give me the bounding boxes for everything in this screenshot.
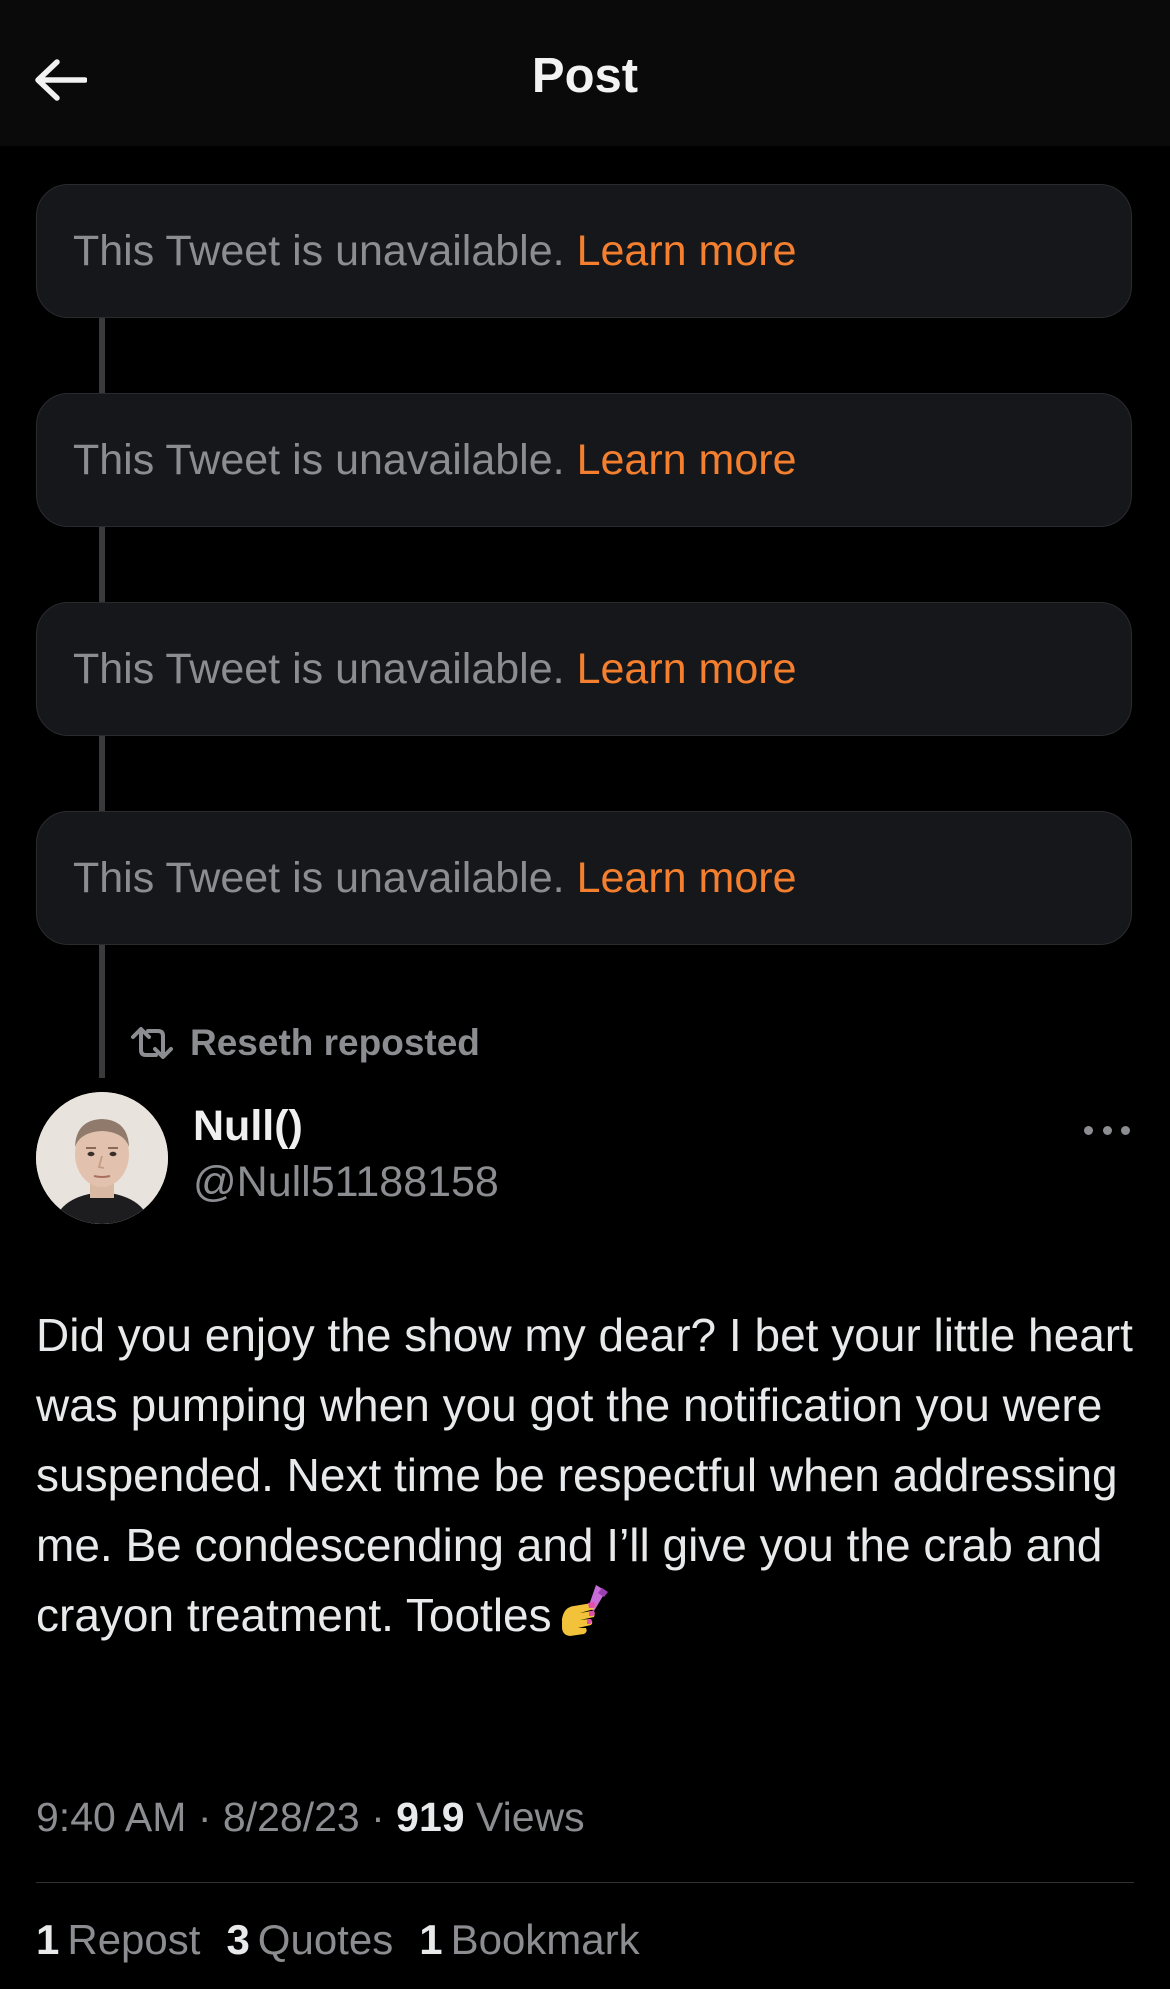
thread-connector [99,318,105,393]
reposts-stat[interactable]: 1 Repost [36,1916,200,1964]
avatar[interactable] [36,1092,168,1224]
repost-banner-text: Reseth reposted [190,1022,480,1063]
views-label: Views [476,1794,585,1840]
unavailable-message: This Tweet is unavailable. [73,853,565,902]
reposts-label: Repost [67,1916,201,1963]
tweet-date: 8/28/23 [222,1794,360,1840]
divider [36,1882,1134,1883]
tweet-meta: 9:40 AM · 8/28/23 · 919 Views [36,1794,585,1841]
learn-more-link[interactable]: Learn more [577,645,797,694]
top-bar: Post [0,0,1170,146]
repost-banner[interactable]: Reseth reposted [130,1018,480,1068]
quotes-label: Quotes [257,1916,394,1963]
more-dot [1121,1125,1130,1135]
unavailable-tweet-card: This Tweet is unavailable. Learn more [36,393,1132,527]
meta-separator: · [197,1794,212,1840]
bookmarks-count: 1 [419,1916,443,1963]
unavailable-message: This Tweet is unavailable. [73,644,565,693]
learn-more-link[interactable]: Learn more [577,436,797,485]
tweet-time: 9:40 AM [36,1794,187,1840]
unavailable-tweet-card: This Tweet is unavailable. Learn more [36,811,1132,945]
unavailable-tweet-card: This Tweet is unavailable. Learn more [36,184,1132,318]
learn-more-link[interactable]: Learn more [577,854,797,903]
more-dot [1102,1125,1112,1135]
unavailable-tweet-card: This Tweet is unavailable. Learn more [36,602,1132,736]
engagement-stats: 1 Repost 3 Quotes 1 Bookmark [36,1916,666,1964]
thread-connector [99,527,105,602]
author-display-name[interactable]: Null() [193,1102,303,1151]
bookmarks-stat[interactable]: 1 Bookmark [419,1916,639,1964]
tweet-body: Did you enjoy the show my dear? I bet yo… [36,1300,1146,1658]
quotes-stat[interactable]: 3 Quotes [226,1916,393,1964]
quotes-count: 3 [226,1916,250,1963]
bookmarks-label: Bookmark [450,1916,640,1963]
more-dot [1084,1125,1093,1135]
thread-connector [99,736,105,811]
thread-connector [99,945,105,1078]
learn-more-link[interactable]: Learn more [577,227,797,276]
more-options-button[interactable] [1084,1115,1130,1145]
reposts-count: 1 [36,1916,60,1963]
unavailable-message: This Tweet is unavailable. [73,226,565,275]
unavailable-message: This Tweet is unavailable. [73,435,565,484]
author-handle[interactable]: @Null51188158 [193,1158,499,1207]
repost-icon [130,1026,174,1060]
views-count: 919 [396,1794,465,1840]
page-title: Post [531,49,639,103]
meta-separator: · [371,1794,385,1840]
nail-polish-emoji [558,1581,612,1658]
